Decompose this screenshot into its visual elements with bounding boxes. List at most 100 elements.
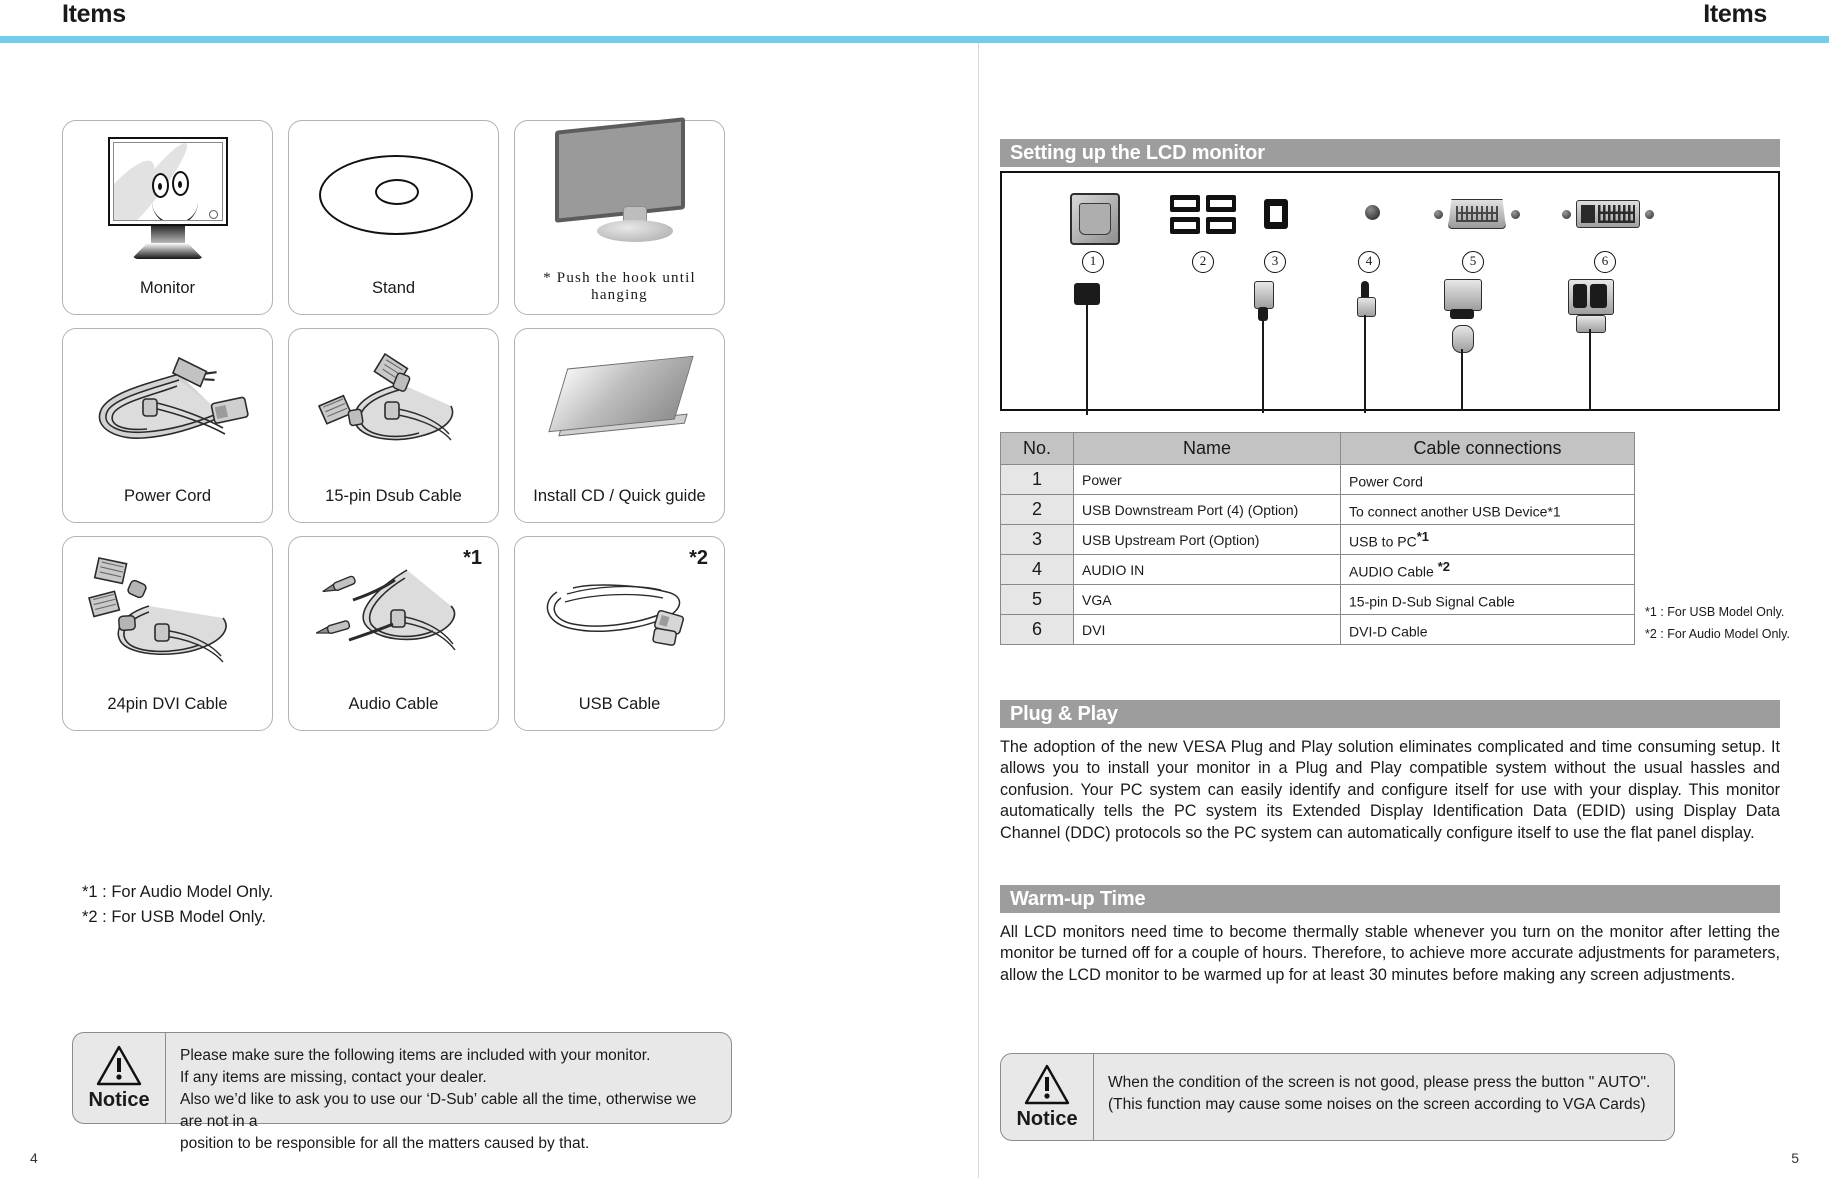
item-cell-usb-cable: *2 USB Cable [514,536,725,731]
monitor-hook-icon [515,117,724,249]
col-header-connections: Cable connections [1340,432,1635,465]
item-label: 24pin DVI Cable [107,695,228,714]
port-number-2: 2 [1192,251,1214,273]
notice-box-right: Notice When the condition of the screen … [1000,1053,1675,1141]
item-label: USB Cable [578,695,661,714]
table-header-row: No. Name Cable connections [1000,432,1635,465]
rear-panel-diagram: 1 2 3 4 5 6 [1000,171,1780,415]
section-bar-setup: Setting up the LCD monitor [1000,139,1780,167]
header-rule [0,36,1829,43]
notice-body-right: When the condition of the screen is not … [1094,1054,1674,1140]
cell-connection: Power Cord [1340,464,1635,495]
item-cell-stand: Stand [288,120,499,315]
cell-name: AUDIO IN [1073,554,1341,585]
page-spine-divider [978,43,979,1178]
item-label: Stand [371,279,416,298]
table-footnote-2: *2 : For Audio Model Only. [1645,626,1790,641]
warning-triangle-icon [1024,1064,1070,1106]
manual-spread: Items Items 4 5 Monitor Stand * Push the… [0,0,1829,1178]
item-cell-power-cord: Power Cord [62,328,273,523]
notice-line: (This function may cause some noises on … [1108,1096,1646,1113]
items-row: 24pin DVI Cable *1 Audio Cable *2 USB Ca… [62,536,727,731]
dvi-connector-icon [1562,200,1654,228]
vga-dsub-icon [1434,199,1520,229]
item-label: Install CD / Quick guide [533,487,706,506]
port-number-1: 1 [1082,251,1104,273]
notice-body-left: Please make sure the following items are… [166,1033,731,1152]
items-row: Power Cord 15-pin Dsub Cable Install CD … [62,328,727,523]
items-grid: Monitor Stand * Push the hook until hang… [62,117,727,744]
table-row: 6 DVI DVI-D Cable [1000,614,1635,645]
notice-line: If any items are missing, contact your d… [180,1069,487,1086]
plug-and-play-text: The adoption of the new VESA Plug and Pl… [1000,738,1780,842]
port-number-4: 4 [1358,251,1380,273]
cell-connection: DVI-D Cable [1340,614,1635,645]
item-label: Power Cord [123,487,212,506]
notice-line: Also we’d like to ask you to use our ‘D-… [180,1091,697,1130]
cell-no: 3 [1000,524,1074,555]
item-label: Monitor [139,279,196,298]
disc-icon [289,121,498,269]
cell-no: 4 [1000,554,1074,585]
cd-booklet-icon [515,329,724,477]
cell-connection: 15-pin D-Sub Signal Cable [1340,584,1635,615]
notice-word: Notice [1016,1107,1078,1130]
port-number-5: 5 [1462,251,1484,273]
cell-no: 5 [1000,584,1074,615]
page-title-right: Items [1703,0,1767,28]
port-number-3: 3 [1264,251,1286,273]
cell-no: 2 [1000,494,1074,525]
audio-cable-icon [289,537,498,685]
dsub-cable-icon [289,329,498,477]
table-row: 4 AUDIO IN AUDIO Cable *2 [1000,554,1635,585]
item-label: * Push the hook until hanging [543,269,696,303]
notice-line: position to be responsible for all the m… [180,1135,590,1152]
item-cell-dvi-cable: 24pin DVI Cable [62,536,273,731]
usb-upstream-icon [1264,199,1288,229]
section-bar-plug-and-play: Plug & Play [1000,700,1780,728]
item-label: Audio Cable [348,695,439,714]
section-bar-warm-up-time: Warm-up Time [1000,885,1780,913]
table-row: 1 Power Power Cord [1000,464,1635,495]
cell-name: DVI [1073,614,1341,645]
page-number-left: 4 [30,1150,38,1166]
item-cell-monitor: Monitor [62,120,273,315]
table-row: 5 VGA 15-pin D-Sub Signal Cable [1000,584,1635,615]
notice-label-block: Notice [1001,1054,1094,1140]
notice-label-block: Notice [73,1033,166,1123]
warning-triangle-icon [96,1045,142,1087]
notice-line: When the condition of the screen is not … [1108,1074,1651,1091]
cell-name: USB Upstream Port (Option) [1073,524,1341,555]
table-footnotes: *1 : For USB Model Only. *2 : For Audio … [1645,602,1790,646]
page-title-left: Items [62,0,126,28]
notice-line: Please make sure the following items are… [180,1047,651,1064]
table-row: 3 USB Upstream Port (Option) USB to PC*1 [1000,524,1635,555]
col-header-no: No. [1000,432,1074,465]
ac-inlet-icon [1070,193,1120,245]
port-number-6: 6 [1594,251,1616,273]
usb-cable-icon [515,537,724,685]
cell-no: 1 [1000,464,1074,495]
table-footnote-1: *1 : For USB Model Only. [1645,605,1785,619]
cell-connection: AUDIO Cable *2 [1340,554,1635,585]
audio-jack-icon [1365,205,1380,220]
item-label: 15-pin Dsub Cable [325,487,462,506]
cell-name: USB Downstream Port (4) (Option) [1073,494,1341,525]
cable-connections-table: No. Name Cable connections 1 Power Power… [1000,432,1635,645]
dvi-cable-icon [63,537,272,685]
footnote-1: *1 : For Audio Model Only. [82,883,274,901]
cell-no: 6 [1000,614,1074,645]
usb-downstream-icon [1170,195,1236,234]
notice-word: Notice [88,1088,150,1111]
item-cell-install-cd: Install CD / Quick guide [514,328,725,523]
items-row: Monitor Stand * Push the hook until hang… [62,117,727,315]
item-cell-dsub-cable: 15-pin Dsub Cable [288,328,499,523]
cell-connection: USB to PC*1 [1340,524,1635,555]
cell-name: Power [1073,464,1341,495]
power-cord-icon [63,329,272,477]
item-cell-audio-cable: *1 Audio Cable [288,536,499,731]
col-header-name: Name [1073,432,1341,465]
footnote-2: *2 : For USB Model Only. [82,907,267,926]
cell-name: VGA [1073,584,1341,615]
notice-box-left: Notice Please make sure the following it… [72,1032,732,1152]
